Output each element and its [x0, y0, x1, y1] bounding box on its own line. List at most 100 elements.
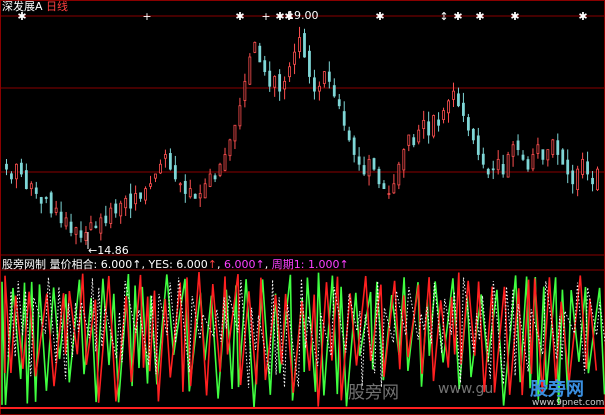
signal-marker: +	[142, 10, 151, 23]
candle-body	[412, 137, 416, 146]
candle-body	[139, 192, 142, 199]
signal-marker: ✱	[475, 10, 484, 23]
candle-body	[317, 85, 321, 92]
candle-body	[457, 93, 460, 107]
signal-markers: ✱ + ✱ + ✱ ✱ ✱ ↕ ✱ ✱ ✱ ✱	[17, 10, 588, 249]
candle-body	[49, 192, 53, 214]
candle-body	[347, 130, 351, 141]
yes-label: YES:	[148, 258, 173, 271]
candle-body	[432, 115, 436, 137]
candle-body	[362, 165, 366, 175]
watermark-url: www.gu	[438, 381, 494, 397]
candle-body	[427, 121, 431, 136]
candle-body	[531, 154, 535, 170]
candle-body	[357, 156, 361, 165]
candle-body	[238, 105, 242, 127]
candle-body	[74, 227, 78, 235]
candle-body	[89, 222, 93, 230]
candle-body	[367, 158, 371, 177]
watermark-site: 股旁网	[348, 383, 399, 403]
candle-body	[313, 77, 316, 92]
candle-body	[511, 144, 515, 157]
candle-body	[452, 90, 455, 100]
candle-body	[173, 165, 177, 180]
candle-body	[298, 37, 301, 52]
candle-body	[546, 149, 550, 161]
candle-body	[193, 193, 197, 199]
candle-body	[476, 135, 480, 155]
candle-body	[129, 193, 133, 209]
candle-body	[203, 183, 207, 199]
candle-body	[253, 41, 257, 53]
indicator-source: 股旁网制	[2, 258, 46, 271]
indicator-name[interactable]: 量价相合:	[50, 258, 98, 271]
candle-body	[462, 102, 465, 116]
candle-body	[243, 80, 247, 101]
candle-body	[496, 158, 500, 171]
candle-body	[223, 154, 227, 171]
brand-url: www.9pnet.com	[532, 398, 605, 408]
candle-body	[481, 153, 485, 165]
candle-body	[34, 187, 38, 194]
candle-body	[278, 74, 282, 92]
indicator-value2: 6.000	[224, 258, 256, 271]
candle-body	[183, 180, 187, 194]
candle-body	[471, 128, 475, 141]
candle-body	[491, 168, 495, 171]
candle-body	[154, 173, 157, 179]
indicator-header: 股旁网制 量价相合: 6.000↑, YES: 6.000↑, 6.000↑, …	[2, 258, 349, 271]
candle-body	[437, 119, 440, 126]
candle-body	[44, 197, 48, 199]
candle-body	[561, 149, 565, 165]
candle-body	[24, 170, 28, 190]
signal-marker: ↕	[439, 10, 448, 23]
candle-body	[377, 168, 381, 185]
candle-body	[233, 124, 237, 142]
chart-header: 深发展A 日线	[2, 1, 68, 13]
candle-body	[159, 163, 162, 174]
candle-body	[119, 202, 123, 217]
candle-body	[213, 175, 217, 180]
signal-marker: ✱	[375, 10, 384, 23]
candle-body	[526, 159, 530, 170]
candle-body	[322, 71, 326, 84]
candle-body	[402, 149, 406, 171]
candle-body	[308, 50, 311, 77]
candle-body	[79, 230, 83, 238]
candle-body	[29, 183, 33, 190]
candle-body	[69, 221, 73, 233]
candle-body	[248, 56, 252, 85]
candle-body	[442, 110, 445, 120]
high-price-label: 19.00	[287, 9, 319, 22]
candle-body	[218, 163, 222, 176]
candle-body	[134, 193, 138, 205]
candle-body	[178, 183, 182, 186]
up-arrow-icon: ↑	[255, 258, 265, 271]
candle-body	[288, 66, 291, 78]
candle-body	[64, 217, 68, 227]
candle-body	[576, 168, 580, 191]
candle-body	[149, 183, 152, 187]
candle-body	[273, 76, 277, 88]
candle-body	[84, 232, 88, 241]
candle-body	[59, 211, 63, 224]
candle-body	[54, 207, 58, 213]
candle-body	[521, 154, 525, 160]
candle-body	[19, 162, 23, 175]
candle-body	[104, 215, 108, 224]
candle-body	[392, 183, 396, 194]
candle-body	[114, 203, 118, 214]
period-label[interactable]: 日线	[46, 0, 68, 13]
candle-body	[208, 173, 212, 187]
candle-body	[506, 154, 510, 178]
candle-body	[268, 70, 272, 87]
candle-body	[382, 183, 386, 190]
candle-body	[109, 207, 113, 224]
candle-body	[486, 168, 490, 175]
signal-marker: ✱	[510, 10, 519, 23]
candle-body	[596, 168, 599, 191]
candle-body	[571, 170, 575, 185]
candle-body	[387, 193, 391, 195]
candle-body	[397, 163, 401, 186]
cycle-value: 1.000	[307, 258, 340, 271]
